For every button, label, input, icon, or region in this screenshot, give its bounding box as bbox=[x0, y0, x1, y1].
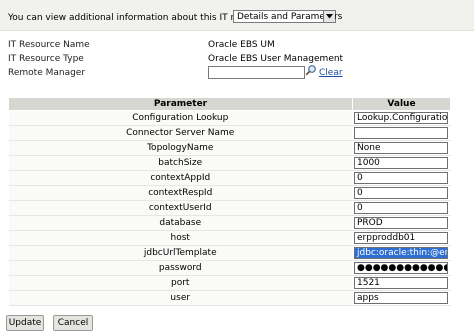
remote-manager-label: Remote Manager bbox=[8, 68, 86, 78]
table-row: jdbcUrlTemplatejdbc:oracle:thin:@erppro bbox=[8, 245, 451, 261]
parameter-value-cell: jdbc:oracle:thin:@erppro bbox=[352, 245, 451, 261]
table-header-row: Parameter Value bbox=[8, 97, 451, 111]
parameter-value-input[interactable] bbox=[354, 127, 448, 139]
table-row: batchSize 1000 bbox=[8, 155, 451, 171]
parameter-value-cell: PROD bbox=[352, 215, 451, 231]
parameter-name: user bbox=[8, 290, 353, 306]
table-row: user apps bbox=[8, 290, 451, 306]
table-row: Connector Server Name bbox=[8, 125, 451, 141]
parameter-value-cell: 1521 bbox=[352, 275, 451, 291]
parameter-value-input[interactable]: 1521 bbox=[354, 277, 448, 289]
table-row: Configuration LookupLookup.Configuration… bbox=[8, 110, 451, 126]
parameters-table: Parameter Value Configuration Lookup Look… bbox=[8, 97, 451, 306]
parameter-name: Configuration Lookup bbox=[8, 110, 353, 126]
chevron-down-icon[interactable] bbox=[323, 11, 335, 22]
parameter-name: host bbox=[8, 230, 353, 246]
table-row: contextRespId 0 bbox=[8, 185, 451, 201]
update-button[interactable]: Update bbox=[6, 315, 44, 331]
resource-type-value: Oracle EBS User Management bbox=[208, 54, 344, 64]
resource-name-label: IT Resource Name bbox=[8, 40, 90, 50]
info-selector-bar: You can view additional information abou… bbox=[0, 0, 474, 31]
parameter-name: password bbox=[8, 260, 353, 276]
parameter-value-cell: 0 bbox=[352, 200, 451, 216]
parameter-value-cell: None bbox=[352, 140, 451, 156]
cancel-button[interactable]: Cancel bbox=[53, 315, 93, 331]
table-row: contextAppId 0 bbox=[8, 170, 451, 186]
parameter-value-input[interactable]: apps bbox=[354, 292, 448, 304]
parameter-value-cell: ●●●●●●●●●●●●●● bbox=[352, 260, 451, 276]
parameter-name: port bbox=[8, 275, 353, 291]
remote-manager-field[interactable] bbox=[208, 66, 305, 79]
parameter-value-input[interactable]: jdbc:oracle:thin:@erppro bbox=[354, 247, 448, 259]
parameter-value-input[interactable]: ●●●●●●●●●●●●●● bbox=[354, 262, 448, 274]
value-column-header: Value bbox=[352, 97, 451, 111]
parameter-name: contextRespId bbox=[8, 185, 353, 201]
parameter-name: database bbox=[8, 215, 353, 231]
parameter-value-cell: apps bbox=[352, 290, 451, 306]
table-row: port 1521 bbox=[8, 275, 451, 291]
parameter-value-cell bbox=[352, 125, 451, 141]
parameter-value-cell: Lookup.Configuration.Or bbox=[352, 110, 451, 126]
parameter-name: jdbcUrlTemplate bbox=[8, 245, 353, 261]
parameter-name: contextUserId bbox=[8, 200, 353, 216]
parameter-value-input[interactable]: Lookup.Configuration.Or bbox=[354, 112, 448, 124]
parameter-value-cell: 1000 bbox=[352, 155, 451, 171]
clear-link[interactable]: Clear bbox=[319, 68, 343, 78]
parameter-name: contextAppId bbox=[8, 170, 353, 186]
view-select[interactable]: Details and Parameters bbox=[233, 10, 342, 23]
table-row: password●●●●●●●●●●●●●● bbox=[8, 260, 451, 276]
resource-name-value: Oracle EBS UM bbox=[208, 40, 275, 50]
parameter-value-input[interactable]: 0 bbox=[354, 187, 448, 199]
parameter-name: batchSize bbox=[8, 155, 353, 171]
search-icon[interactable] bbox=[305, 64, 317, 76]
resource-type-label: IT Resource Type bbox=[8, 54, 84, 64]
table-row: host erpproddb01 bbox=[8, 230, 451, 246]
parameter-value-input[interactable]: 0 bbox=[354, 202, 448, 214]
parameter-name: Connector Server Name bbox=[8, 125, 353, 141]
table-row: contextUserId 0 bbox=[8, 200, 451, 216]
parameter-value-input[interactable]: erpproddb01 bbox=[354, 232, 448, 244]
parameter-value-cell: 0 bbox=[352, 170, 451, 186]
parameter-value-input[interactable]: None bbox=[354, 142, 448, 154]
parameter-value-input[interactable]: 0 bbox=[354, 172, 448, 184]
table-row: database PROD bbox=[8, 215, 451, 231]
parameter-name: TopologyName bbox=[8, 140, 353, 156]
parameter-value-input[interactable]: 1000 bbox=[354, 157, 448, 169]
parameter-column-header: Parameter bbox=[8, 97, 353, 111]
table-row: TopologyName None bbox=[8, 140, 451, 156]
parameter-value-cell: 0 bbox=[352, 185, 451, 201]
parameter-value-cell: erpproddb01 bbox=[352, 230, 451, 246]
parameter-value-input[interactable]: PROD bbox=[354, 217, 448, 229]
